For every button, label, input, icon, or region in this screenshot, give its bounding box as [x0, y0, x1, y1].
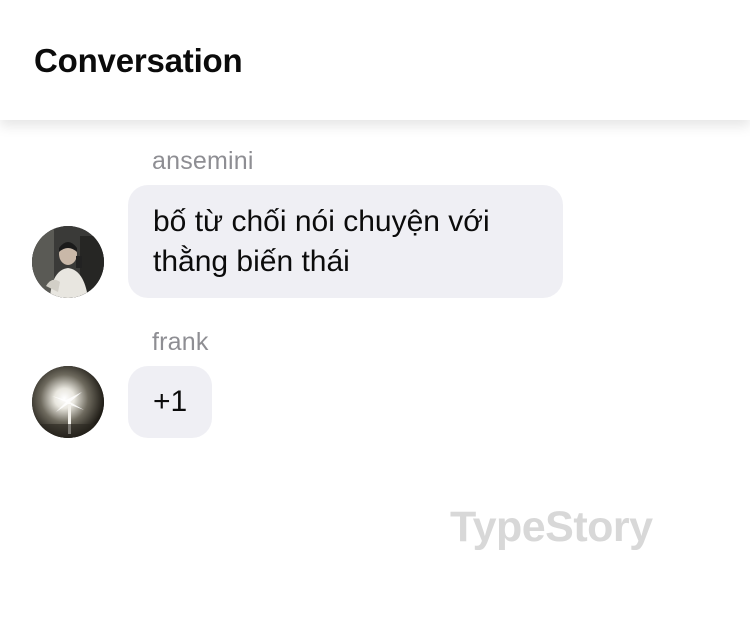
message-text: +1 — [153, 385, 188, 418]
avatar[interactable] — [32, 366, 104, 438]
message-text-line: bố từ chối nói chuyện với — [153, 205, 490, 238]
page-title: Conversation — [34, 42, 243, 79]
message-text-line: thằng biến thái — [153, 245, 350, 278]
user-photo-avatar-icon — [32, 226, 104, 298]
user-photo-avatar-icon — [32, 366, 104, 438]
conversation-header: Conversation — [0, 0, 750, 120]
sender-name: ansemini — [152, 147, 254, 175]
watermark: TypeStory — [450, 503, 653, 551]
sender-name: frank — [152, 328, 209, 356]
message-bubble[interactable]: +1 — [128, 366, 212, 438]
message-bubble[interactable]: bố từ chối nói chuyện với thằng biến thá… — [128, 185, 563, 298]
avatar[interactable] — [32, 226, 104, 298]
